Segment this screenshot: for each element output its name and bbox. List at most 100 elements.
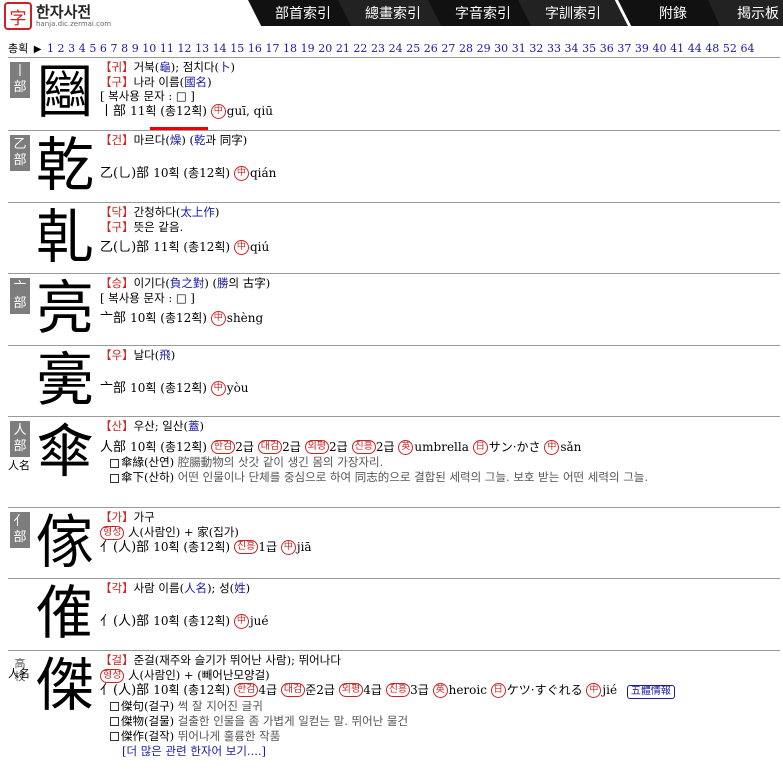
related-word[interactable]: 傘緣(산연) 腔腸動物의 삿갓 같이 생긴 몸의 가장자리. xyxy=(110,455,648,470)
stroke-count-link[interactable]: 36 xyxy=(600,42,614,55)
stroke-count-link[interactable]: 35 xyxy=(582,42,596,55)
radical-tag[interactable]: 丨部 xyxy=(10,62,30,98)
stroke-count-link[interactable]: 3 xyxy=(68,42,75,55)
grade-level: 2급 xyxy=(375,439,399,454)
stroke-count-link[interactable]: 22 xyxy=(353,42,367,55)
sound-reading: 【각】 xyxy=(100,581,134,595)
stroke-count-link[interactable]: 14 xyxy=(213,42,227,55)
hanja-link[interactable]: 人名 xyxy=(184,581,207,595)
hanja-link[interactable]: 國名 xyxy=(184,75,207,89)
stroke-count-link[interactable]: 52 xyxy=(723,42,737,55)
checkbox-icon xyxy=(110,473,119,483)
related-word[interactable]: 傑句(걸구) 썩 잘 지어진 글귀 xyxy=(110,699,675,714)
stroke-count-link[interactable]: 12 xyxy=(177,42,191,55)
stroke-count-link[interactable]: 37 xyxy=(617,42,631,55)
stroke-count-link[interactable]: 41 xyxy=(670,42,684,55)
hanja-link[interactable]: 飛 xyxy=(159,348,171,362)
site-logo[interactable]: 字 한자사전 hanja.dic.zermai.com xyxy=(4,2,111,30)
more-words-link[interactable]: [더 많은 관련 한자어 보기....] xyxy=(122,744,675,759)
word: 傑作(걸작) xyxy=(121,728,175,743)
grade-badge: 진흥 xyxy=(233,540,259,554)
chinese-icon: 中 xyxy=(210,380,226,396)
hanja-link[interactable]: 卜 xyxy=(219,60,231,74)
stroke-count-link[interactable]: 9 xyxy=(132,42,139,55)
stroke-count-link[interactable]: 34 xyxy=(565,42,579,55)
stroke-count-link[interactable]: 27 xyxy=(441,42,455,55)
stroke-count-link[interactable]: 11 xyxy=(160,42,174,55)
grade-level: 준2급 xyxy=(305,682,339,697)
stroke-count-link[interactable]: 1 xyxy=(47,42,54,55)
stroke-count-link[interactable]: 44 xyxy=(688,42,702,55)
hanja-link[interactable]: 負之對 xyxy=(170,276,205,290)
definition-text: 간청하다( xyxy=(133,205,181,219)
stroke-count-link[interactable]: 29 xyxy=(477,42,491,55)
stroke-count-link[interactable]: 48 xyxy=(705,42,719,55)
stroke-count-link[interactable]: 17 xyxy=(265,42,279,55)
radical-stroke-line: 亻(人)部 10획 (총12획) 한검 4급 대검 준2급 외평 4급 진흥 3급 英h… xyxy=(100,682,675,699)
related-word[interactable]: 傑作(걸작) 뛰어나게 훌륭한 작품 xyxy=(110,729,675,744)
stroke-count-link[interactable]: 19 xyxy=(301,42,315,55)
related-word[interactable]: 傘下(산하) 어떤 인물이나 단체를 중심으로 하여 同志的으로 결합된 세력의… xyxy=(110,470,648,485)
hanja-link[interactable]: 蓋 xyxy=(188,419,200,433)
definition-text: ) ( xyxy=(204,276,217,290)
dictionary-entry: 丨部圝【귀】거북(龜); 점치다(卜) 【구】나라 이름(國名)[ 복사용 문자 … xyxy=(8,57,780,131)
stroke-count-link[interactable]: 64 xyxy=(740,42,754,55)
stroke-count-link[interactable]: 30 xyxy=(494,42,508,55)
stroke-count-link[interactable]: 4 xyxy=(79,42,86,55)
radical-tag[interactable]: 人部 xyxy=(10,421,30,457)
english-icon: 英 xyxy=(398,439,414,455)
entry-body: 【승】이기다(負之對) (勝의 古字)[ 복사용 문자 : □ ] 亠部 10획 … xyxy=(100,276,270,327)
hanja-link[interactable]: 勝 xyxy=(217,276,229,290)
stroke-count: 10획 (총12획) xyxy=(153,682,234,697)
stroke-index-bar: 총획 ▶ 1 2 3 4 5 6 7 8 9 10 11 12 13 14 15 16 17 18 19 20 21 22… xyxy=(8,40,758,56)
stroke-count-link[interactable]: 26 xyxy=(424,42,438,55)
radical-tag[interactable]: 亠部 xyxy=(10,278,30,314)
formation-line: 형성 人(사람인) + 家(집가) xyxy=(100,525,312,540)
stroke-count-link[interactable]: 24 xyxy=(389,42,403,55)
stroke-count-link[interactable]: 25 xyxy=(406,42,420,55)
stroke-count-link[interactable]: 2 xyxy=(58,42,65,55)
hanja-link[interactable]: 太上作 xyxy=(180,205,215,219)
stroke-count-link[interactable]: 31 xyxy=(512,42,526,55)
stroke-count-link[interactable]: 5 xyxy=(89,42,96,55)
hanja-character: 傢 xyxy=(36,508,95,576)
hanja-link[interactable]: 姓 xyxy=(234,581,246,595)
stroke-count-link[interactable]: 6 xyxy=(100,42,107,55)
stroke-count-link[interactable]: 39 xyxy=(635,42,649,55)
stroke-count-link[interactable]: 16 xyxy=(248,42,262,55)
radical-tag[interactable]: 亻部 xyxy=(10,512,30,548)
stroke-count-link[interactable]: 15 xyxy=(230,42,244,55)
stroke-count-link[interactable]: 32 xyxy=(529,42,543,55)
stroke-count-link[interactable]: 7 xyxy=(111,42,118,55)
hanja-link[interactable]: 龜 xyxy=(159,60,171,74)
stroke-count-link[interactable]: 21 xyxy=(336,42,350,55)
tab-meaning-index[interactable]: 字訓索引 xyxy=(518,0,628,26)
stroke-index-label: 총획 xyxy=(8,42,29,55)
stroke-count-link[interactable]: 28 xyxy=(459,42,473,55)
definition-line: 【구】나라 이름(國名) xyxy=(100,75,273,90)
sound-reading: 【산】 xyxy=(100,419,134,433)
hanja-link[interactable]: 乾 xyxy=(194,133,206,147)
definition-text: 우산; 일산( xyxy=(133,419,188,433)
hanja-link[interactable]: 燥 xyxy=(170,133,182,147)
five-styles-button[interactable]: 五體情報 xyxy=(626,684,675,699)
grade-level: 2급 xyxy=(282,439,305,454)
stroke-count-link[interactable]: 10 xyxy=(142,42,156,55)
stroke-count-link[interactable]: 13 xyxy=(195,42,209,55)
tab-board[interactable]: 揭示板 xyxy=(708,0,783,26)
radical-tag[interactable]: 乙部 xyxy=(10,135,30,171)
definition-text: 준걸(재주와 슬기가 뛰어난 사람); 뛰어나다 xyxy=(133,653,341,667)
stroke-count-link[interactable]: 23 xyxy=(371,42,385,55)
definition-text: ) xyxy=(230,60,236,74)
formation-line: 형성 人(사람인) + (빼어난모양걸) xyxy=(100,668,675,683)
stroke-count-link[interactable]: 8 xyxy=(121,42,128,55)
definition-text: 이기다( xyxy=(133,276,170,290)
stroke-count-link[interactable]: 40 xyxy=(653,42,667,55)
dictionary-entry: 乙部乾【건】마르다(燥) (乾과 同字) 乙(乚)部 10획 (총12획) 中 qi… xyxy=(8,130,780,203)
radical-stroke-line: 亠部 10획 (총12획) 中 shèng xyxy=(100,311,270,327)
related-word[interactable]: 傑物(걸물) 걸출한 인물을 좀 가볍게 일컫는 말. 뛰어난 물건 xyxy=(110,714,675,729)
stroke-count-link[interactable]: 33 xyxy=(547,42,561,55)
stroke-count-link[interactable]: 18 xyxy=(283,42,297,55)
definition-text: [ 복사용 문자 : □ ] xyxy=(100,89,195,103)
stroke-count-link[interactable]: 20 xyxy=(318,42,332,55)
